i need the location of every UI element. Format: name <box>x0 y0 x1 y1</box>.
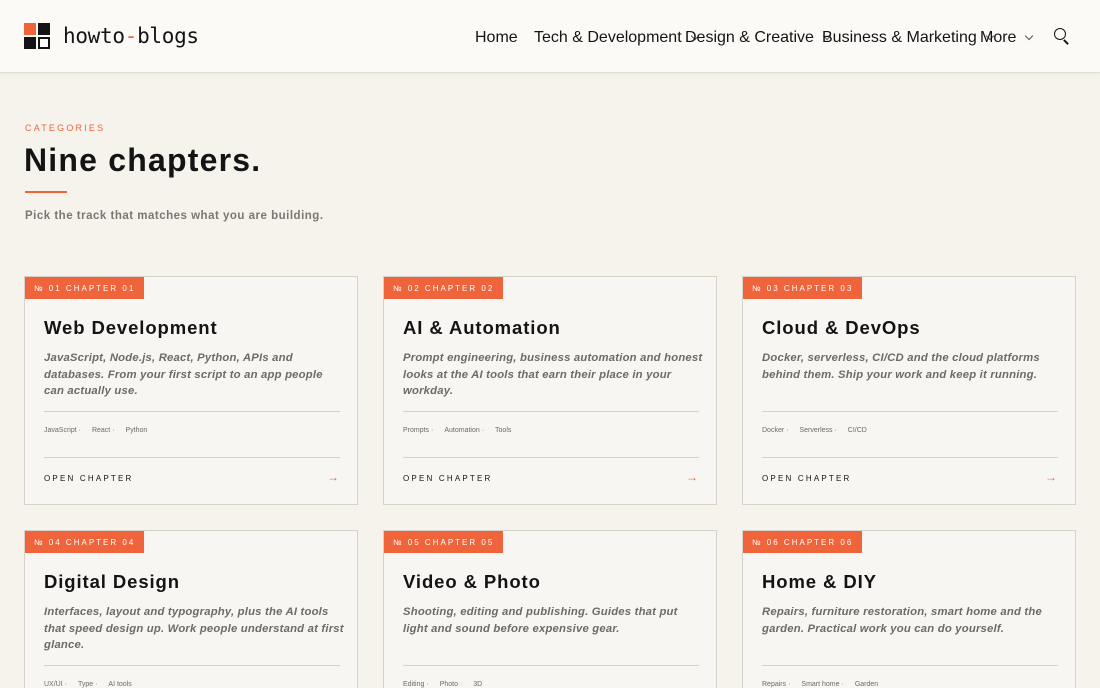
tag: Repairs · <box>762 681 791 688</box>
title-divider <box>25 191 67 193</box>
chapter-title: Video & Photo <box>403 571 541 592</box>
chapter-title: AI & Automation <box>403 317 561 338</box>
site-header: howto-blogs Home Tech & Development Desi… <box>0 0 1100 73</box>
divider <box>762 411 1058 412</box>
nav-business-marketing[interactable]: Business & Marketing <box>822 29 994 47</box>
chapter-card[interactable]: № 03 Chapter 03 Cloud & DevOps Docker, s… <box>742 276 1076 505</box>
chevron-down-icon <box>1025 31 1034 41</box>
nav-home[interactable]: Home <box>475 29 518 47</box>
chapter-description: JavaScript, Node.js, React, Python, APIs… <box>44 352 323 397</box>
chapter-title: Cloud & DevOps <box>762 317 921 338</box>
divider <box>403 457 699 458</box>
chapter-number-badge: № 01 Chapter 01 <box>25 277 145 299</box>
tag: AI tools <box>108 681 132 688</box>
divider <box>44 457 340 458</box>
chapter-number-badge: № 03 Chapter 03 <box>743 277 863 299</box>
nav-business-label: Business & Marketing <box>822 29 977 46</box>
open-chapter-link[interactable]: Open chapter <box>44 474 134 483</box>
open-chapter-link[interactable]: Open chapter <box>403 474 493 483</box>
logo-text-prefix: howto <box>63 24 125 48</box>
tag: JavaScript · <box>44 427 81 434</box>
nav-design-label: Design & Creative <box>685 29 814 46</box>
chapter-tags: Repairs · Smart home · Garden <box>762 681 889 688</box>
logo-text-dash: - <box>124 24 138 48</box>
divider <box>44 411 340 412</box>
chapter-tags: Editing · Photo · 3D <box>403 681 493 688</box>
logo-text-suffix: blogs <box>137 24 199 48</box>
nav-more[interactable]: More <box>980 29 1034 47</box>
chapter-number-badge: № 06 Chapter 06 <box>743 531 863 553</box>
chapter-card[interactable]: № 04 Chapter 04 Digital Design Interface… <box>24 530 358 688</box>
chapter-number-badge: № 04 Chapter 04 <box>25 531 145 553</box>
tag: CI/CD <box>847 427 867 434</box>
logo-mark-icon <box>24 23 51 50</box>
chapter-description: Shooting, editing and publishing. Guides… <box>403 606 678 635</box>
nav-home-label: Home <box>475 29 518 46</box>
chapter-title: Home & DIY <box>762 571 877 592</box>
chapter-description: Docker, serverless, CI/CD and the cloud … <box>762 352 1040 381</box>
tag: Smart home · <box>801 681 844 688</box>
chapter-number-badge: № 02 Chapter 02 <box>384 277 504 299</box>
nav-tech-development[interactable]: Tech & Development <box>534 29 699 47</box>
tag: Prompts · <box>403 427 434 434</box>
search-icon[interactable] <box>1054 28 1070 45</box>
chapter-description: Prompt engineering, business automation … <box>403 352 703 397</box>
tag: Docker · <box>762 427 789 434</box>
chapter-card[interactable]: № 05 Chapter 05 Video & Photo Shooting, … <box>383 530 717 688</box>
page-subtitle: Pick the track that matches what you are… <box>25 210 324 222</box>
nav-tech-label: Tech & Development <box>534 29 682 46</box>
divider <box>762 665 1058 666</box>
chapter-title: Web Development <box>44 317 218 338</box>
chapter-tags: UX/UI · Type · AI tools <box>44 681 143 688</box>
tag: Garden <box>854 681 879 688</box>
open-chapter-link[interactable]: Open chapter <box>762 474 852 483</box>
tag: Python <box>125 427 148 434</box>
arrow-right-icon[interactable]: → <box>686 470 698 484</box>
chapter-tags: Docker · Serverless · CI/CD <box>762 427 878 434</box>
chapter-tags: JavaScript · React · Python <box>44 427 158 434</box>
divider <box>403 411 699 412</box>
tag: React · <box>91 427 115 434</box>
chapter-card[interactable]: № 02 Chapter 02 AI & Automation Prompt e… <box>383 276 717 505</box>
arrow-right-icon[interactable]: → <box>327 470 339 484</box>
chapter-description: Repairs, furniture restoration, smart ho… <box>762 606 1042 635</box>
nav-more-label: More <box>980 29 1017 46</box>
divider <box>44 665 340 666</box>
logo-text: howto-blogs <box>63 26 199 47</box>
tag: 3D <box>473 681 483 688</box>
tag: UX/UI · <box>44 681 67 688</box>
chapter-description: Interfaces, layout and typography, plus … <box>44 606 344 651</box>
section-eyebrow: Categories <box>25 123 106 133</box>
page-title: Nine chapters. <box>24 142 262 178</box>
chapter-tags: Prompts · Automation · Tools <box>403 427 522 434</box>
tag: Type · <box>77 681 98 688</box>
tag: Automation · <box>444 427 485 434</box>
chapter-number-badge: № 05 Chapter 05 <box>384 531 504 553</box>
tag: Photo · <box>439 681 463 688</box>
chapter-title: Digital Design <box>44 571 180 592</box>
tag: Editing · <box>403 681 429 688</box>
tag: Serverless · <box>799 427 837 434</box>
divider <box>762 457 1058 458</box>
nav-design-creative[interactable]: Design & Creative <box>685 29 832 47</box>
chapter-card[interactable]: № 06 Chapter 06 Home & DIY Repairs, furn… <box>742 530 1076 688</box>
logo[interactable]: howto-blogs <box>24 23 199 50</box>
arrow-right-icon[interactable]: → <box>1045 470 1057 484</box>
chapter-card[interactable]: № 01 Chapter 01 Web Development JavaScri… <box>24 276 358 505</box>
divider <box>403 665 699 666</box>
tag: Tools <box>495 427 512 434</box>
